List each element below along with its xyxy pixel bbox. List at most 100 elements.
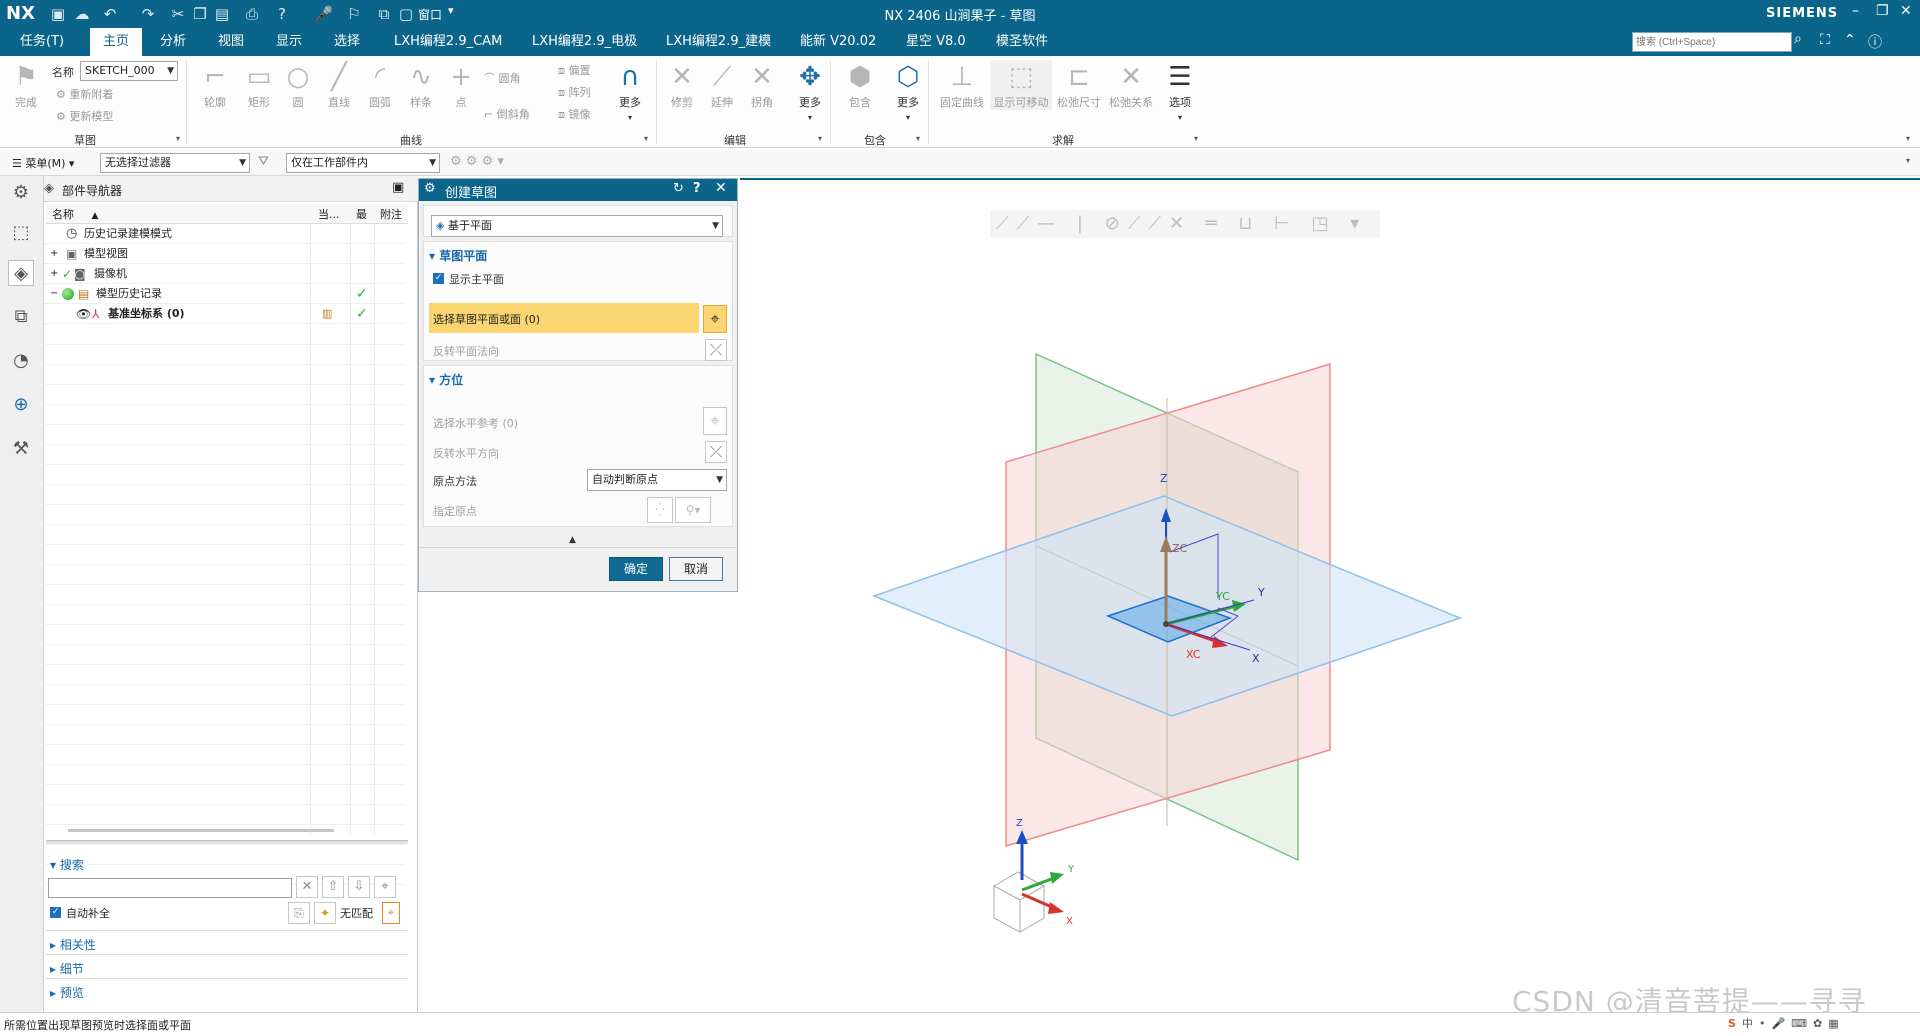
restore-icon[interactable]: ❐ xyxy=(1876,3,1889,19)
tab-home[interactable]: 主页 xyxy=(90,28,142,56)
search-options-icon[interactable]: ⌖ xyxy=(374,876,396,898)
main-menu-button[interactable]: ☰ 菜单(M) ▾ xyxy=(12,155,74,171)
tree-row-model-history[interactable]: − ▤ 模型历史记录 ✓ xyxy=(44,284,406,304)
part-navigator-icon[interactable]: ◈ xyxy=(8,260,34,286)
include-button[interactable]: ⬢ 包含 xyxy=(840,60,880,110)
preview-panel-header[interactable]: ▸ 预览 xyxy=(50,984,84,1001)
collapse-ribbon-icon[interactable]: ⌃ xyxy=(1844,32,1856,48)
show-main-plane-checkbox[interactable]: ✓ xyxy=(433,273,444,284)
corner-button[interactable]: ✕ 拐角 xyxy=(742,60,782,110)
selbar-expand-icon[interactable]: ▾ xyxy=(1906,156,1910,165)
tools-icon[interactable]: ⚒ xyxy=(8,436,34,462)
auto-complete-checkbox[interactable]: ✓ xyxy=(50,907,61,918)
tree-row-history-mode[interactable]: ◷ 历史记录建模模式 xyxy=(44,224,406,244)
ime-toolbar[interactable]: S 中 • 🎤 ⌨ ✿ ▦ xyxy=(1722,1015,1839,1035)
point-dialog-icon[interactable]: ⁛ xyxy=(647,497,673,523)
edit-more-button[interactable]: ✥ 更多 ▾ xyxy=(790,60,830,123)
selection-filter-dropdown[interactable]: 无选择过滤器 ▼ xyxy=(100,153,250,173)
show-movable-button[interactable]: ⬚ 显示可移动 xyxy=(990,60,1052,110)
selection-scope-dropdown[interactable]: 仅在工作部件内 ▼ xyxy=(286,153,440,173)
collapse-dialog-icon[interactable]: ▲ xyxy=(569,535,576,545)
horizontal-selector-icon[interactable]: ⌖ xyxy=(703,407,727,435)
group-expand-icon[interactable]: ▾ xyxy=(644,134,648,143)
search-scope-icon[interactable]: ⎘ xyxy=(288,902,310,924)
tab-display[interactable]: 显示 xyxy=(274,28,304,56)
snap-settings-icon[interactable]: ⚙ ⚙ ⚙ ▾ xyxy=(450,154,504,169)
fix-curve-button[interactable]: ⊥ 固定曲线 xyxy=(936,60,988,110)
ribbon-expand-icon[interactable]: ▾ xyxy=(1906,134,1910,143)
relax-relation-button[interactable]: ✕ 松弛关系 xyxy=(1106,60,1156,110)
group-expand-icon[interactable]: ▾ xyxy=(818,134,822,143)
column-current[interactable]: 当... xyxy=(318,206,340,224)
trim-button[interactable]: ✕ 修剪 xyxy=(662,60,702,110)
arc-button[interactable]: ◜ 圆弧 xyxy=(360,60,400,110)
filter-funnel-icon[interactable]: ⛛ xyxy=(258,154,269,169)
cancel-button[interactable]: 取消 xyxy=(669,557,723,581)
web-browser-icon[interactable]: ⊕ xyxy=(8,392,34,418)
chamfer-button[interactable]: ⌐ 倒斜角 xyxy=(484,106,530,122)
reattach-button[interactable]: ⚙ 重新附着 xyxy=(56,86,113,102)
search-icon[interactable]: ⌕ xyxy=(1794,31,1802,47)
column-latest[interactable]: 最 xyxy=(356,206,367,224)
assembly-navigator-icon[interactable]: ⬚ xyxy=(8,220,34,246)
splitter[interactable] xyxy=(46,840,408,844)
origin-method-dropdown[interactable]: 自动判断原点 ▼ xyxy=(587,469,727,491)
find-next-icon[interactable]: ⇩ xyxy=(348,876,370,898)
curve-more-button[interactable]: ∩ 更多 ▾ xyxy=(610,60,650,123)
clear-search-icon[interactable]: ✕ xyxy=(296,876,318,898)
tab-lxh-electrode[interactable]: LXH编程2.9_电极 xyxy=(530,28,639,56)
tab-nengxin[interactable]: 能新 V20.02 xyxy=(798,28,878,56)
constraint-navigator-icon[interactable]: ⧉ xyxy=(8,304,34,330)
help-circle-icon[interactable]: ⓘ xyxy=(1868,32,1882,52)
rectangle-button[interactable]: ▭ 矩形 xyxy=(238,60,280,110)
column-notes[interactable]: 附注 xyxy=(380,206,402,224)
sketch-plane-header[interactable]: ▾ 草图平面 xyxy=(429,247,487,264)
tab-lxh-cam[interactable]: LXH编程2.9_CAM xyxy=(392,28,504,56)
search-section-header[interactable]: ▾ 搜索 xyxy=(50,856,84,873)
settings-gear-icon[interactable]: ⚙ xyxy=(8,180,34,206)
tab-analysis[interactable]: 分析 xyxy=(158,28,188,56)
spline-button[interactable]: ∿ 样条 xyxy=(400,60,442,110)
reverse-horizontal-icon[interactable]: ⤫ xyxy=(705,441,727,463)
tab-task[interactable]: 任务(T) xyxy=(18,28,66,56)
ok-button[interactable]: 确定 xyxy=(609,557,663,581)
point-button[interactable]: + 点 xyxy=(442,60,480,110)
line-button[interactable]: ╱ 直线 xyxy=(318,60,360,110)
tree-row-cameras[interactable]: + ✓ ◙ 摄像机 xyxy=(44,264,406,284)
plane-selector-icon[interactable]: ⌖ xyxy=(703,305,727,333)
point-type-icon[interactable]: ⚲▾ xyxy=(675,497,711,523)
fullscreen-icon[interactable]: ⛶ xyxy=(1820,32,1830,48)
circle-button[interactable]: ○ 圆 xyxy=(278,60,318,110)
highlight-icon[interactable]: ✦ xyxy=(314,902,336,924)
mirror-button[interactable]: ⧈ 镜像 xyxy=(558,106,591,122)
sketch-name-dropdown[interactable]: SKETCH_000 ▼ xyxy=(80,61,178,81)
tab-lxh-modeling[interactable]: LXH编程2.9_建模 xyxy=(664,28,773,56)
navigator-search-input[interactable] xyxy=(48,878,292,898)
tree-row-model-views[interactable]: + ▣ 模型视图 xyxy=(44,244,406,264)
graphics-window[interactable]: ⟋⟋— | ⊘⟋⟋✕ ═ ⊔ ⊢ ◳ ▾ Z ZC YC Y XC X Z Y … xyxy=(740,178,1920,1018)
model-view-svg[interactable]: Z ZC YC Y XC X Z Y X xyxy=(740,178,1920,1012)
tab-select[interactable]: 选择 xyxy=(332,28,362,56)
details-panel-header[interactable]: ▸ 细节 xyxy=(50,960,84,977)
find-previous-icon[interactable]: ⇧ xyxy=(322,876,344,898)
group-expand-icon[interactable]: ▾ xyxy=(176,134,180,143)
command-search-input[interactable] xyxy=(1632,32,1792,52)
group-expand-icon[interactable]: ▾ xyxy=(1194,134,1198,143)
reverse-normal-icon[interactable]: ⤫ xyxy=(705,339,727,361)
update-model-button[interactable]: ⚙ 更新模型 xyxy=(56,108,113,124)
tab-view[interactable]: 视图 xyxy=(216,28,246,56)
close-icon[interactable]: ✕ xyxy=(1900,3,1912,19)
sketch-type-dropdown[interactable]: ◈ 基于平面 ▼ xyxy=(431,215,723,237)
finish-sketch-button[interactable]: ⚑ 完成 xyxy=(6,60,46,110)
tree-row-datum-csys[interactable]: 👁 ⅄ 基准坐标系 (0) ▥ ✓ xyxy=(44,304,406,324)
close-icon[interactable]: ✕ xyxy=(715,180,727,196)
group-expand-icon[interactable]: ▾ xyxy=(916,134,920,143)
pattern-button[interactable]: ⧈ 阵列 xyxy=(558,84,591,100)
help-icon[interactable]: ? xyxy=(693,181,701,196)
offset-button[interactable]: ⧈ 偏置 xyxy=(558,62,591,78)
history-icon[interactable]: ◔ xyxy=(8,348,34,374)
include-more-button[interactable]: ⬡ 更多 ▾ xyxy=(888,60,928,123)
reset-icon[interactable]: ↻ xyxy=(673,181,684,196)
tab-xingkong[interactable]: 星空 V8.0 xyxy=(904,28,968,56)
locate-icon[interactable]: ⌖ xyxy=(382,902,400,924)
